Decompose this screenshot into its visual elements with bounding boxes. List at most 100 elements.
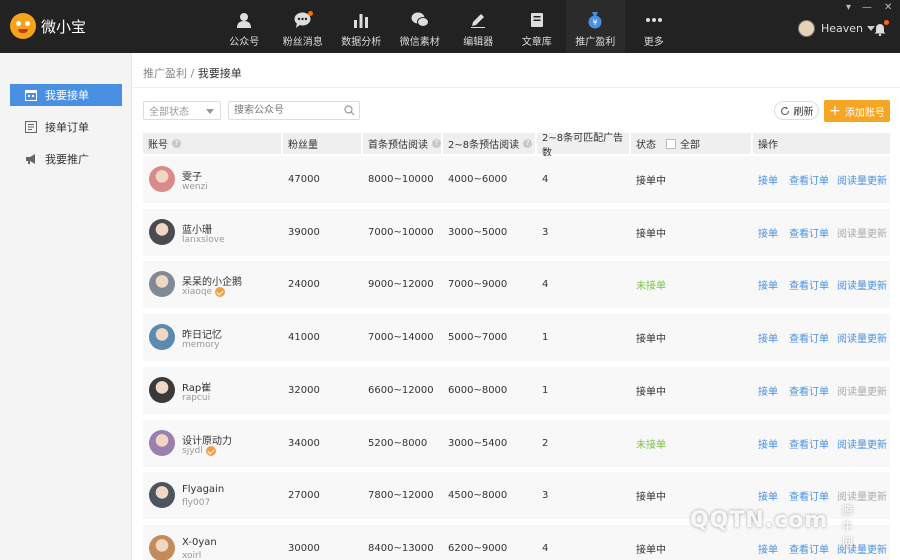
nav-label: 数据分析	[341, 37, 382, 48]
fans-cell: 24000	[288, 279, 320, 291]
update-reads-link[interactable]: 阅读量更新	[837, 261, 887, 308]
user-name: Heaven	[821, 22, 864, 35]
status-cell: 接单中	[636, 386, 666, 398]
view-orders-link[interactable]: 查看订单	[789, 209, 829, 256]
nav-item-editor[interactable]: 编辑器	[449, 0, 508, 53]
view-orders-link[interactable]: 查看订单	[789, 314, 829, 361]
refresh-button[interactable]: 刷新	[774, 101, 819, 120]
ad-match-cell: 1	[542, 332, 549, 344]
account-id-text: sjydl	[182, 445, 203, 456]
refresh-label: 刷新	[793, 107, 814, 118]
search-input[interactable]	[228, 101, 360, 120]
account-id: xoirl	[182, 551, 201, 560]
other-read-cell: 6000~8000	[448, 384, 508, 396]
nav-item-wechat-materials[interactable]: 微信素材	[391, 0, 450, 53]
sidebar-item-label: 我要推广	[45, 153, 89, 166]
account-name: Rap崔	[182, 382, 212, 394]
ad-match-cell: 4	[542, 174, 549, 185]
breadcrumb-current: 我要接单	[197, 67, 242, 80]
add-account-button[interactable]: + 添加账号	[824, 100, 890, 122]
search-icon[interactable]	[344, 105, 355, 116]
user-menu[interactable]: Heaven	[798, 20, 876, 37]
accept-order-link[interactable]: 接单	[758, 209, 778, 256]
sidebar-item-promote[interactable]: 我要推广	[10, 148, 122, 170]
account-id: xiaoqe	[182, 287, 226, 298]
update-reads-link[interactable]: 阅读量更新	[837, 209, 887, 256]
update-reads-link[interactable]: 阅读量更新	[837, 156, 887, 203]
header-label: 首条预估阅读	[368, 140, 428, 151]
sidebar-item-accept-orders[interactable]: 我要接单	[10, 84, 122, 106]
nav-item-article-library[interactable]: 文章库	[508, 0, 567, 53]
close-icon[interactable]: ✕	[884, 2, 892, 13]
column-header-status: 状态 全部	[631, 133, 751, 154]
window-minimize-icon[interactable]: —	[862, 2, 872, 13]
verified-badge-icon	[205, 445, 216, 456]
fans-cell: 32000	[288, 384, 320, 396]
nav-label: 文章库	[521, 37, 552, 48]
update-reads-link[interactable]: 阅读量更新	[837, 420, 887, 467]
status-select[interactable]: 全部状态	[143, 101, 221, 120]
other-read-cell: 4000~6000	[448, 174, 508, 185]
other-read-cell: 6200~9000	[448, 542, 508, 554]
sidebar-item-order-list[interactable]: 接单订单	[10, 116, 122, 138]
money-bag-icon: ¥	[587, 10, 603, 30]
plus-icon: +	[829, 103, 841, 119]
ad-match-cell: 2	[542, 437, 549, 449]
nav-label: 推广盈利	[575, 37, 616, 48]
ad-match-cell: 4	[542, 279, 549, 291]
status-cell: 未接单	[636, 439, 666, 451]
breadcrumb-separator: /	[190, 67, 195, 80]
help-icon[interactable]: ?	[432, 139, 441, 148]
watermark: QQTN.com 腾牛网	[690, 504, 853, 549]
column-header-fans: 粉丝量	[283, 133, 361, 154]
minimize-icon[interactable]: ▾	[846, 2, 851, 13]
nav-item-analytics[interactable]: 数据分析	[332, 0, 391, 53]
status-all-checkbox[interactable]	[666, 138, 676, 149]
update-reads-link[interactable]: 阅读量更新	[837, 367, 887, 414]
nav-item-accounts[interactable]: 公众号	[215, 0, 274, 53]
column-header-account: 账号?	[143, 133, 281, 154]
accept-order-link[interactable]: 接单	[758, 420, 778, 467]
table-row: Rap崔 rapcui 32000 6600~12000 6000~8000 1 接单中 接单…	[143, 366, 890, 414]
accept-order-link[interactable]: 接单	[758, 314, 778, 361]
column-header-ad-match: 2~8条可匹配广告数	[537, 133, 629, 159]
sidebar: 我要接单 接单订单 我要推广	[0, 53, 132, 560]
view-orders-link[interactable]: 查看订单	[789, 156, 829, 203]
book-icon	[530, 10, 544, 30]
verified-badge-icon	[215, 287, 226, 298]
account-id-text: lanxslove	[182, 234, 225, 245]
view-orders-link[interactable]: 查看订单	[789, 367, 829, 414]
accept-order-link[interactable]: 接单	[758, 156, 778, 203]
other-read-cell: 5000~7000	[448, 332, 508, 344]
bell-icon[interactable]	[874, 23, 886, 39]
accept-order-link[interactable]: 接单	[758, 261, 778, 308]
account-id-text: wenzi	[182, 182, 208, 192]
main-nav: 公众号 粉丝消息 数据分析 微信素材 编辑器 文章库 ¥ 推广盈利 更多	[215, 0, 683, 53]
watermark-sub: 腾牛网	[842, 504, 854, 549]
table-row: 昨日记忆 memory 41000 7000~14000 5000~7000 1 接单中 接单…	[143, 314, 890, 362]
nav-item-fan-messages[interactable]: 粉丝消息	[274, 0, 333, 53]
accept-order-link[interactable]: 接单	[758, 367, 778, 414]
breadcrumb-parent[interactable]: 推广盈利	[143, 67, 187, 80]
chevron-down-icon	[206, 109, 214, 114]
app-logo: 微小宝	[10, 13, 86, 39]
nav-item-more[interactable]: 更多	[625, 0, 684, 53]
ad-match-cell: 1	[542, 384, 549, 396]
help-icon[interactable]: ?	[523, 139, 533, 148]
status-cell: 未接单	[636, 281, 666, 293]
view-orders-link[interactable]: 查看订单	[789, 420, 829, 467]
ad-match-cell: 3	[542, 226, 549, 238]
add-account-label: 添加账号	[844, 107, 885, 119]
first-read-cell: 8400~13000	[368, 542, 434, 554]
nav-item-promotion[interactable]: ¥ 推广盈利	[566, 0, 625, 53]
account-name: X-0yan	[182, 536, 217, 548]
logo-icon	[10, 13, 36, 39]
update-reads-link[interactable]: 阅读量更新	[837, 314, 887, 361]
first-read-cell: 5200~8000	[368, 437, 428, 449]
view-orders-link[interactable]: 查看订单	[789, 261, 829, 308]
column-header-ops: 操作	[753, 133, 890, 154]
account-avatar	[149, 324, 175, 351]
help-icon[interactable]: ?	[172, 139, 181, 148]
header-label: 2~8条预估阅读	[448, 140, 520, 151]
bar-chart-icon	[353, 10, 369, 30]
